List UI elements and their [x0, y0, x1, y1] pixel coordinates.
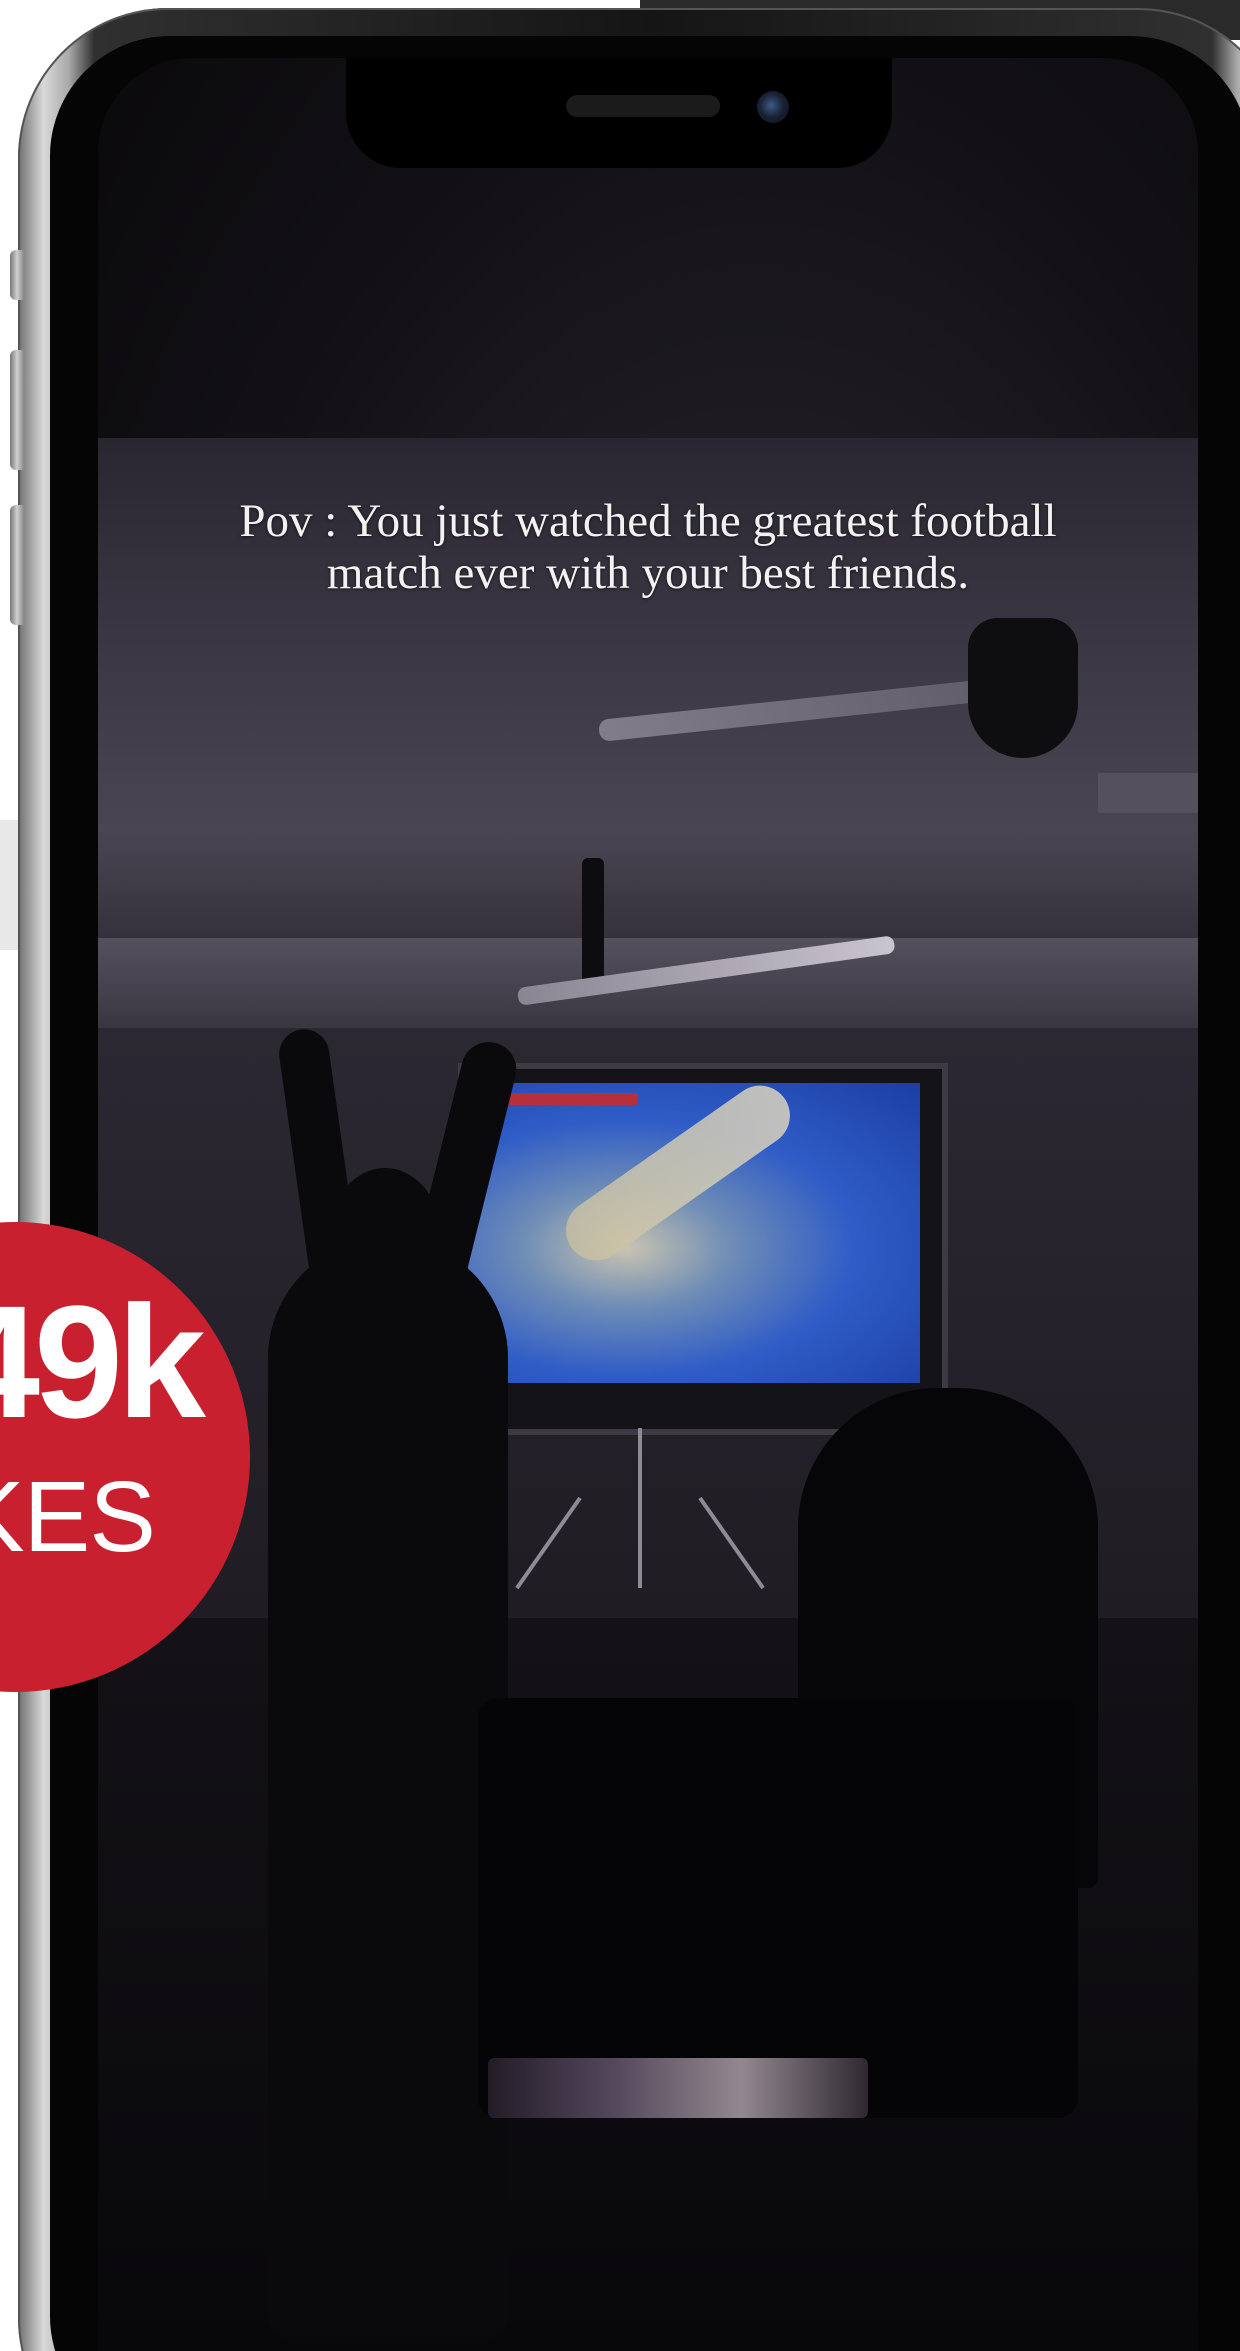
volume-up-button	[10, 350, 24, 470]
video-silhouette-person	[268, 1238, 508, 2338]
canvas: Pov : You just watched the greatest foot…	[0, 0, 1240, 2351]
video-player-arm	[554, 1083, 802, 1273]
likes-count: 49k	[0, 1272, 206, 1451]
video-floor-glow	[488, 2058, 868, 2118]
video-fan-rod	[582, 858, 604, 988]
phone-screen[interactable]	[98, 58, 1198, 2351]
video-fan	[968, 618, 1078, 758]
likes-label: KES	[0, 1461, 156, 1573]
caption-line-1: Pov : You just watched the greatest foot…	[239, 495, 1057, 547]
video-projected-match	[468, 1083, 920, 1383]
side-switch	[10, 250, 24, 300]
video-light	[1098, 773, 1198, 813]
caption-line-2: match ever with your best friends.	[326, 547, 970, 599]
video-silhouette-couch	[478, 1698, 1078, 2118]
video-caption: Pov : You just watched the greatest foot…	[98, 495, 1198, 599]
camera-icon	[757, 91, 789, 123]
video-tripod	[638, 1428, 642, 1588]
volume-down-button	[10, 505, 24, 625]
speaker-icon	[566, 95, 720, 117]
